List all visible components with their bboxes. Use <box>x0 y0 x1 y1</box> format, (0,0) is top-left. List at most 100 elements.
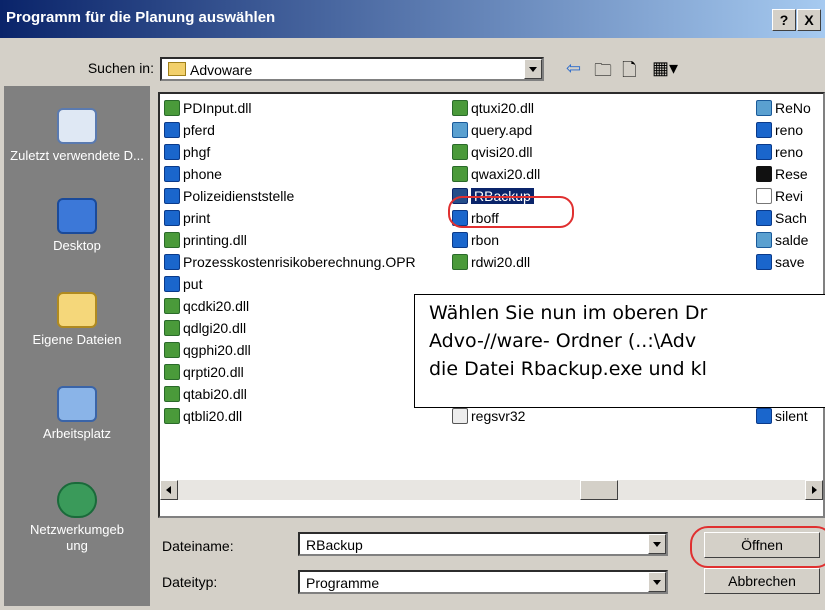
new-folder-icon[interactable]: 🗋 <box>622 58 636 88</box>
file-item[interactable]: qtuxi20.dll <box>452 98 534 118</box>
file-name: rdwi20.dll <box>471 254 531 270</box>
file-item[interactable]: silent <box>756 406 808 426</box>
rbackup-highlight <box>448 196 574 228</box>
file-item[interactable]: qrpti20.dll <box>164 362 244 382</box>
file-item[interactable]: rbon <box>452 230 499 250</box>
file-item[interactable]: qvisi20.dll <box>452 142 532 162</box>
my-computer-icon <box>57 386 97 422</box>
file-icon <box>164 210 180 226</box>
back-icon[interactable]: ⇦ <box>566 58 581 79</box>
horizontal-scrollbar[interactable] <box>160 480 823 500</box>
file-icon <box>756 232 772 248</box>
close-button[interactable]: X <box>797 9 821 31</box>
network-icon <box>57 482 97 518</box>
file-item[interactable]: phone <box>164 164 222 184</box>
file-item[interactable]: Sach <box>756 208 807 228</box>
file-item[interactable]: PDInput.dll <box>164 98 251 118</box>
cancel-button[interactable]: Abbrechen <box>704 568 820 594</box>
scroll-track[interactable] <box>178 480 805 500</box>
filetype-label: Dateityp: <box>162 574 218 590</box>
file-icon <box>756 122 772 138</box>
file-name: printing.dll <box>183 232 247 248</box>
file-name: Revi <box>775 188 804 204</box>
file-item[interactable]: Revi <box>756 186 803 206</box>
scroll-left-icon <box>166 486 171 494</box>
up-folder-icon[interactable]: 🗀 <box>594 58 612 88</box>
lookin-dropdown-button[interactable] <box>524 59 542 79</box>
window-title: Programm für die Planung auswählen <box>6 9 276 26</box>
file-item[interactable]: query.apd <box>452 120 532 140</box>
place-recent[interactable]: Zuletzt verwendete D... <box>4 108 150 164</box>
file-item[interactable]: phgf <box>164 142 210 162</box>
file-item[interactable]: salde <box>756 230 808 250</box>
filename-dropdown-button[interactable] <box>648 534 666 554</box>
place-network[interactable]: Netzwerkumgeb ung <box>4 482 150 554</box>
file-icon <box>756 144 772 160</box>
callout-line-3: die Datei Rbackup.exe und kl <box>429 358 707 380</box>
file-name: Sach <box>775 210 807 226</box>
file-item[interactable]: Rese <box>756 164 808 184</box>
file-item[interactable]: qgphi20.dll <box>164 340 251 360</box>
file-item[interactable]: save <box>756 252 805 272</box>
file-item[interactable]: put <box>164 274 202 294</box>
file-item[interactable]: pferd <box>164 120 215 140</box>
file-name: ReNo <box>775 100 811 116</box>
file-name: qvisi20.dll <box>471 144 533 160</box>
lookin-value: Advoware <box>168 62 252 78</box>
file-item[interactable]: print <box>164 208 210 228</box>
file-item[interactable]: Prozesskostenrisikoberechnung.OPR <box>164 252 416 272</box>
file-item[interactable]: qtabi20.dll <box>164 384 247 404</box>
file-name: qtuxi20.dll <box>471 100 535 116</box>
filetype-select[interactable]: Programme <box>298 570 668 594</box>
file-item[interactable]: qtbli20.dll <box>164 406 242 426</box>
file-item[interactable]: qcdki20.dll <box>164 296 249 316</box>
place-my-computer[interactable]: Arbeitsplatz <box>4 386 150 442</box>
file-item[interactable]: printing.dll <box>164 230 247 250</box>
place-my-documents[interactable]: Eigene Dateien <box>4 292 150 348</box>
file-icon <box>164 386 180 402</box>
lookin-combo[interactable]: Advoware <box>160 57 544 81</box>
scroll-right-button[interactable] <box>805 480 823 500</box>
lookin-label: Suchen in: <box>87 60 154 76</box>
file-name: qgphi20.dll <box>183 342 251 358</box>
place-desktop[interactable]: Desktop <box>4 198 150 254</box>
file-name: silent <box>775 408 808 424</box>
file-icon <box>164 408 180 424</box>
callout-line-1: Wählen Sie nun im oberen Dr <box>429 302 708 324</box>
file-icon <box>164 144 180 160</box>
scroll-thumb[interactable] <box>580 480 618 500</box>
file-name: phgf <box>183 144 211 160</box>
my-documents-icon <box>57 292 97 328</box>
file-item[interactable]: reno <box>756 120 803 140</box>
scroll-left-button[interactable] <box>160 480 178 500</box>
file-name: reno <box>775 122 804 138</box>
filename-field[interactable]: RBackup <box>298 532 668 556</box>
file-item[interactable]: qdlgi20.dll <box>164 318 246 338</box>
filetype-dropdown-button[interactable] <box>648 572 666 592</box>
scroll-right-icon <box>812 486 817 494</box>
file-item[interactable]: qwaxi20.dll <box>452 164 540 184</box>
file-name: phone <box>183 166 222 182</box>
file-icon <box>164 342 180 358</box>
file-item[interactable]: regsvr32 <box>452 406 525 426</box>
file-name: qtbli20.dll <box>183 408 243 424</box>
file-icon <box>452 166 468 182</box>
view-menu-icon[interactable]: ▦▾ <box>652 58 678 79</box>
file-icon <box>756 100 772 116</box>
title-bar: Programm für die Planung auswählen ? X <box>0 0 825 38</box>
file-item[interactable]: ReNo <box>756 98 811 118</box>
file-name: qrpti20.dll <box>183 364 244 380</box>
file-name: Prozesskostenrisikoberechnung.OPR <box>183 254 416 270</box>
file-item[interactable]: Polizeidienststelle <box>164 186 294 206</box>
file-icon <box>164 254 180 270</box>
file-icon <box>452 408 468 424</box>
file-name: regsvr32 <box>471 408 526 424</box>
file-icon <box>756 408 772 424</box>
file-name: Polizeidienststelle <box>183 188 295 204</box>
file-name: rbon <box>471 232 500 248</box>
help-button[interactable]: ? <box>772 9 796 31</box>
file-item[interactable]: rdwi20.dll <box>452 252 530 272</box>
filename-value: RBackup <box>306 537 363 553</box>
file-item[interactable]: reno <box>756 142 803 162</box>
places-bar: Zuletzt verwendete D... Desktop Eigene D… <box>4 86 150 606</box>
